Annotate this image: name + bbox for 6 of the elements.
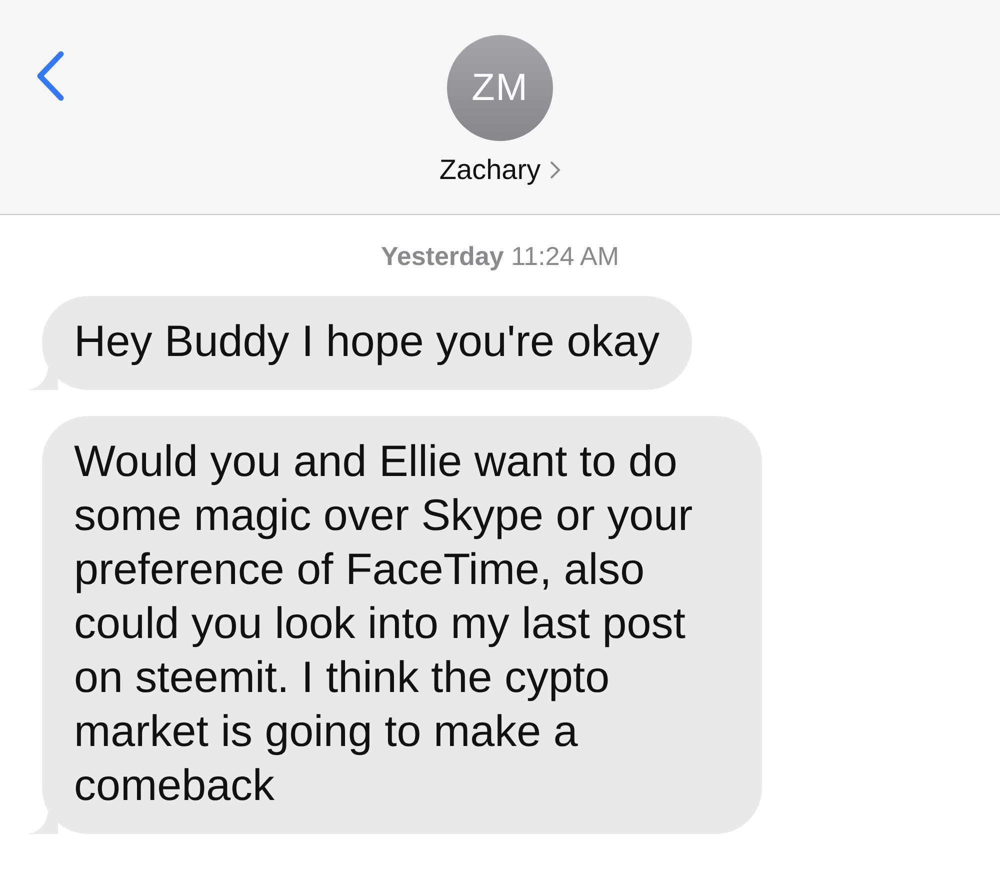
chevron-icon <box>548 160 561 180</box>
timestamp: Yesterday 11:24 AM <box>380 241 620 272</box>
contact-name[interactable]: Zachary <box>439 154 561 186</box>
back-icon <box>35 50 65 102</box>
message-bubble: Would you and Ellie want to do some magic over Skype or your preference of FaceTime, also could you look into my last post on steemit. I think the cypto market is going to make a comeback <box>42 416 762 834</box>
message-bubble: Hey Buddy I hope you're okay <box>42 296 692 390</box>
